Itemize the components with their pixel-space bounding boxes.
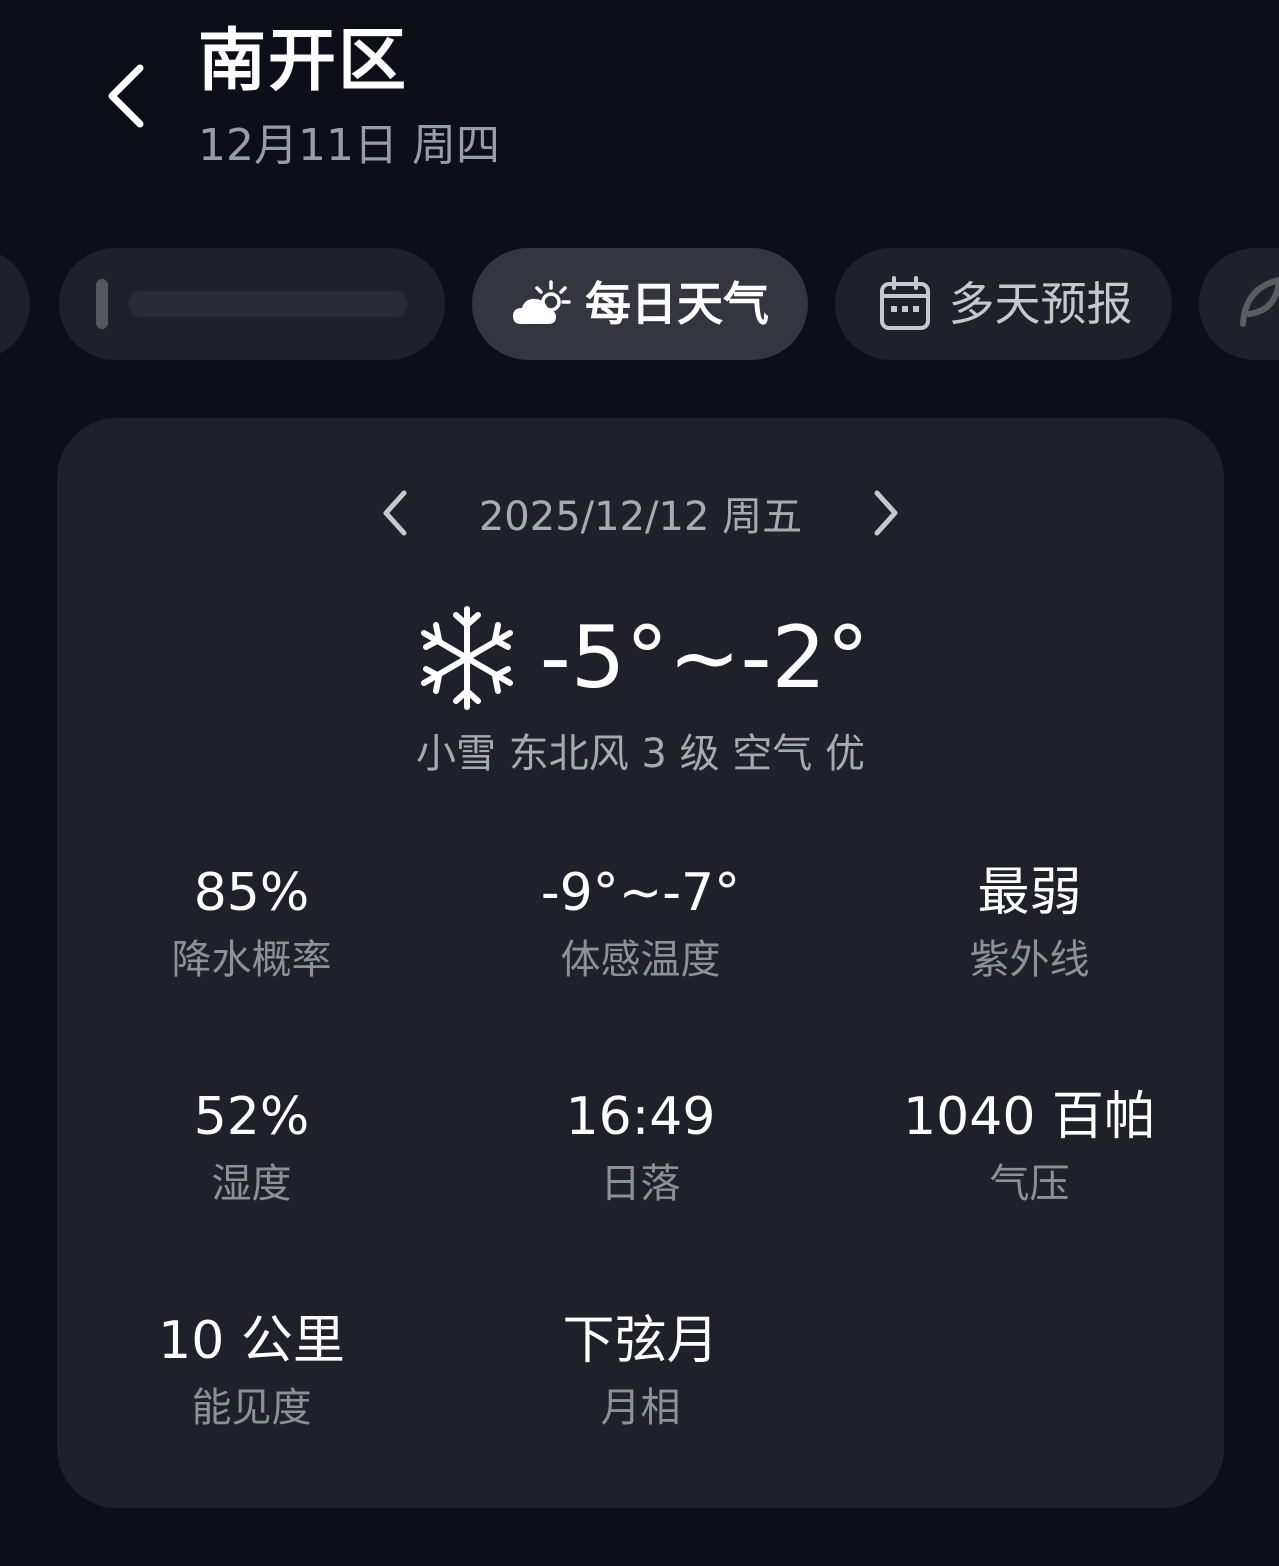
- calendar-icon: [875, 274, 935, 334]
- page-subtitle-date: 12月11日 周四: [198, 120, 500, 171]
- partly-cloudy-icon: [511, 274, 571, 334]
- detail-value: 52%: [193, 1087, 310, 1147]
- selected-date: 2025/12/12 周五: [478, 494, 803, 540]
- detail-label: 紫外线: [969, 937, 1090, 983]
- detail-visibility: 10 公里 能见度: [57, 1306, 446, 1436]
- back-button[interactable]: [96, 56, 156, 136]
- date-navigator: 2025/12/12 周五: [57, 478, 1224, 548]
- detail-label: 月相: [600, 1385, 681, 1431]
- detail-label: 体感温度: [560, 937, 721, 983]
- detail-uv: 最弱 紫外线: [835, 858, 1224, 988]
- detail-pressure: 1040 百帕 气压: [835, 1082, 1224, 1212]
- detail-sunset: 16:49 日落: [446, 1082, 835, 1212]
- detail-label: 湿度: [211, 1161, 292, 1207]
- detail-humidity: 52% 湿度: [57, 1082, 446, 1212]
- leaf-icon: [1235, 274, 1279, 334]
- tab-multi-day-forecast[interactable]: 多天预报: [835, 248, 1172, 360]
- chevron-right-icon: [874, 490, 898, 536]
- previous-day-button[interactable]: [365, 478, 425, 548]
- detail-label: 日落: [600, 1161, 681, 1207]
- chevron-left-icon: [108, 64, 144, 128]
- temperature-range: -5°~-2°: [539, 608, 870, 708]
- detail-feels-like: -9°~-7° 体感温度: [446, 858, 835, 988]
- detail-value: 1040 百帕: [903, 1087, 1156, 1147]
- snowflake-icon: [420, 606, 513, 710]
- tab-label: 多天预报: [948, 277, 1133, 331]
- blurred-label: [128, 291, 408, 317]
- tab-daily-weather[interactable]: 每日天气: [472, 248, 808, 360]
- blurred-icon: [96, 279, 108, 329]
- next-day-button[interactable]: [856, 478, 916, 548]
- detail-value: 最弱: [977, 863, 1082, 923]
- detail-precipitation: 85% 降水概率: [57, 858, 446, 988]
- page-title: 南开区: [198, 22, 409, 101]
- detail-value: 85%: [193, 863, 310, 923]
- detail-value: 10 公里: [158, 1311, 345, 1371]
- detail-value: 下弦月: [562, 1311, 719, 1371]
- main-temperature: -5°~-2°: [57, 598, 1224, 718]
- weather-description: 小雪 东北风 3 级 空气 优: [415, 731, 866, 777]
- detail-label: 能见度: [191, 1385, 312, 1431]
- tab-blurred[interactable]: [59, 248, 445, 360]
- tab-partial-right[interactable]: [1199, 248, 1279, 360]
- detail-label: 降水概率: [171, 937, 332, 983]
- tab-partial-left[interactable]: [0, 248, 30, 360]
- daily-weather-card: 2025/12/12 周五 -5°~-2° 小雪 东北风 3 级 空气 优 85…: [57, 418, 1224, 1508]
- tab-bar: 每日天气 多天预报: [0, 248, 1279, 362]
- chevron-left-icon: [383, 490, 407, 536]
- detail-value: -9°~-7°: [540, 863, 741, 923]
- detail-value: 16:49: [565, 1087, 716, 1147]
- detail-moon-phase: 下弦月 月相: [446, 1306, 835, 1436]
- detail-label: 气压: [989, 1161, 1070, 1207]
- tab-label: 每日天气: [585, 277, 769, 331]
